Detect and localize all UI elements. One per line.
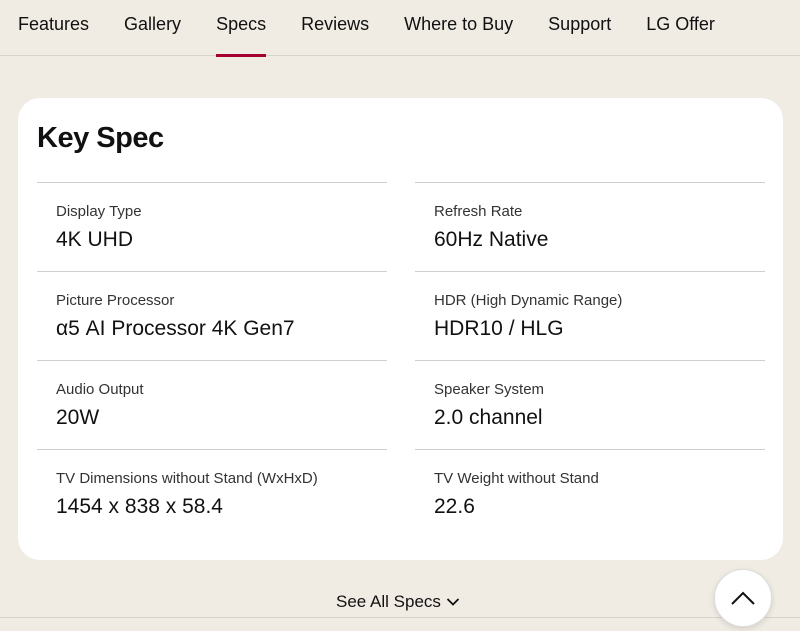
chevron-up-icon [731, 591, 755, 605]
spec-item-display-type: Display Type 4K UHD [37, 182, 387, 271]
chevron-down-icon [446, 598, 460, 606]
nav-tabs: Features Gallery Specs Reviews Where to … [0, 0, 800, 57]
spec-label: Picture Processor [56, 292, 175, 309]
key-spec-title: Key Spec [37, 122, 164, 154]
spec-label: Audio Output [56, 381, 144, 398]
spec-value: 1454 x 838 x 58.4 [56, 495, 223, 518]
spec-value: 2.0 channel [434, 406, 543, 429]
key-spec-card: Key Spec Display Type 4K UHD Refresh Rat… [18, 98, 783, 560]
spec-item-dimensions: TV Dimensions without Stand (WxHxD) 1454… [37, 449, 387, 538]
spec-value: HDR10 / HLG [434, 317, 564, 340]
scroll-to-top-button[interactable] [714, 569, 772, 627]
spec-value: 4K UHD [56, 228, 134, 251]
spec-item-speaker-system: Speaker System 2.0 channel [415, 360, 765, 449]
spec-item-hdr: HDR (High Dynamic Range) HDR10 / HLG [415, 271, 765, 360]
spec-label: TV Weight without Stand [434, 470, 599, 487]
section-divider [0, 617, 800, 618]
spec-label: Speaker System [434, 381, 545, 398]
spec-item-refresh-rate: Refresh Rate 60Hz Native [415, 182, 765, 271]
spec-value: α5 AI Processor 4K Gen7 [56, 317, 295, 340]
tab-reviews[interactable]: Reviews [301, 0, 369, 56]
spec-label: HDR (High Dynamic Range) [434, 292, 623, 309]
spec-value: 22.6 [434, 495, 475, 518]
product-nav-bar: Features Gallery Specs Reviews Where to … [0, 0, 800, 57]
see-all-specs-label: See All Specs [336, 592, 441, 611]
spec-item-audio-output: Audio Output 20W [37, 360, 387, 449]
spec-item-weight: TV Weight without Stand 22.6 [415, 449, 765, 538]
spec-grid: Display Type 4K UHD Refresh Rate 60Hz Na… [37, 182, 765, 538]
see-all-specs-button[interactable]: See All Specs [336, 592, 460, 612]
tab-support[interactable]: Support [548, 0, 611, 56]
spec-value: 20W [56, 406, 100, 429]
spec-label: Refresh Rate [434, 203, 523, 220]
spec-value: 60Hz Native [434, 228, 549, 251]
tab-features[interactable]: Features [18, 0, 89, 56]
tab-lg-offer[interactable]: LG Offer [646, 0, 715, 56]
spec-label: Display Type [56, 203, 142, 220]
tab-where-to-buy[interactable]: Where to Buy [404, 0, 513, 56]
spec-item-picture-processor: Picture Processor α5 AI Processor 4K Gen… [37, 271, 387, 360]
spec-label: TV Dimensions without Stand (WxHxD) [56, 470, 318, 487]
tab-gallery[interactable]: Gallery [124, 0, 181, 56]
tab-specs[interactable]: Specs [216, 0, 267, 57]
